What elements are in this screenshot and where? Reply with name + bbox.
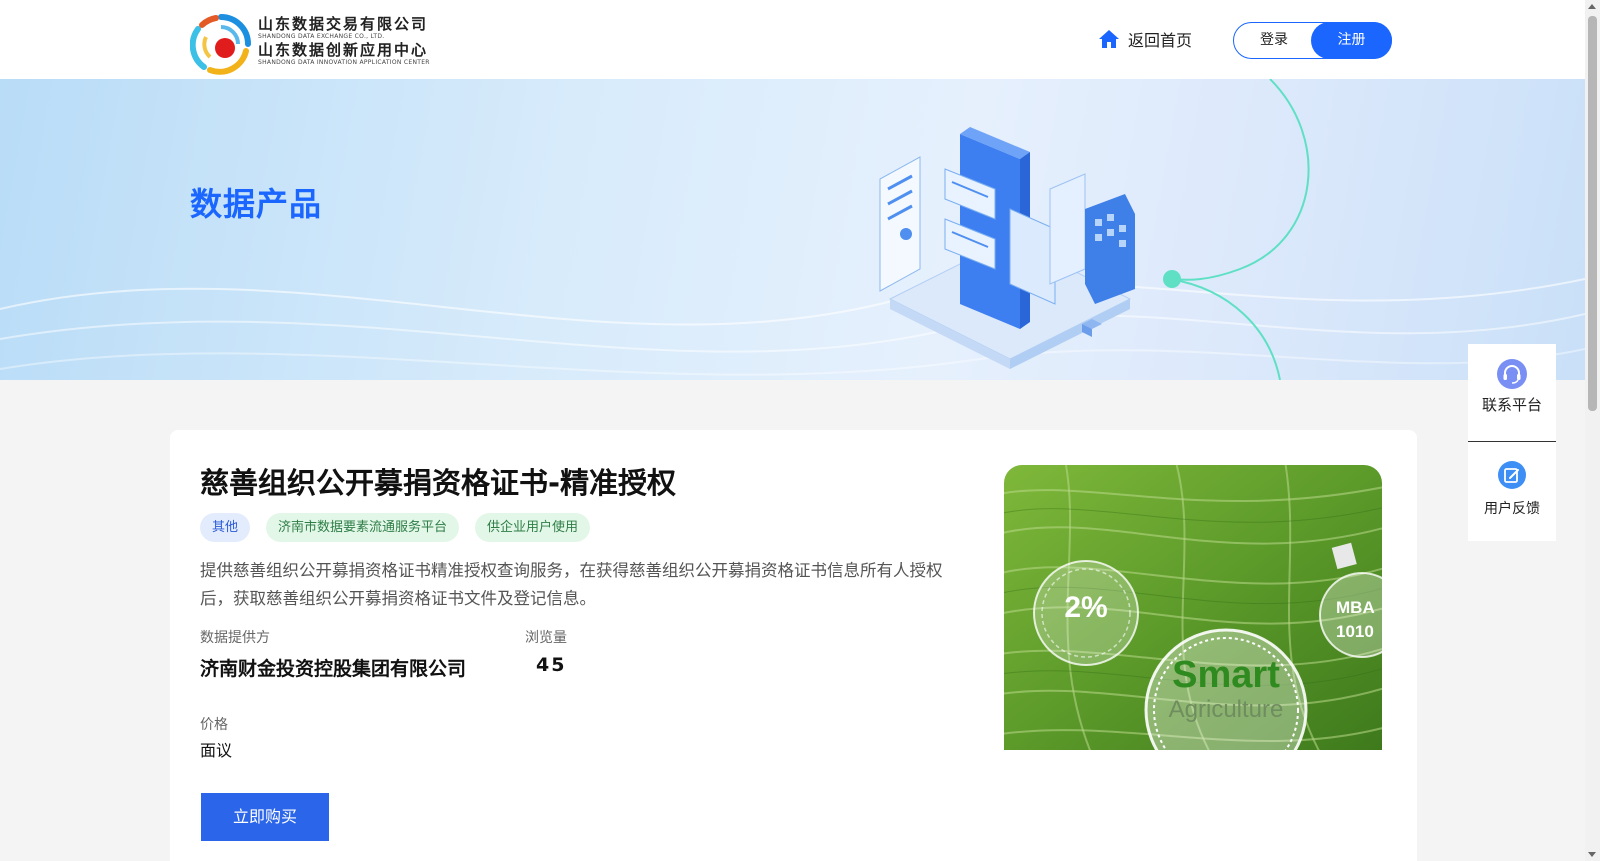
image-smart-text: Smart [1172,654,1280,696]
home-link-label: 返回首页 [1128,31,1193,50]
data-illustration-icon [879,127,1135,369]
contact-platform-label: 联系平台 [1481,396,1542,414]
home-icon [1099,30,1119,48]
register-button[interactable]: 注册 [1311,22,1392,59]
product-card: 慈善组织公开募捐资格证书-精准授权 其他 济南市数据要素流通服务平台 供企业用户… [170,430,1417,861]
product-description: 提供慈善组织公开募捐资格证书精准授权查询服务，在获得慈善组织公开募捐资格证书信息… [200,561,943,608]
page-scrollbar[interactable] [1585,0,1600,861]
image-side-text-2: 1010 [1336,622,1374,641]
provider-value: 济南财金投资控股集团有限公司 [200,658,467,680]
logo-mark-icon [190,14,251,75]
page-banner: 数据产品 [0,79,1585,380]
contact-platform-button[interactable]: 联系平台 [1468,358,1556,415]
tag-audience: 供企业用户使用 [475,513,591,542]
logo-company-name: 山东数据交易有限公司 [258,15,429,33]
logo-center-name-en: SHANDONG DATA INNOVATION APPLICATION CEN… [258,59,430,66]
headset-icon [1497,359,1527,389]
product-image: 2% Smart Agriculture MBA 1010 [1004,465,1382,750]
user-feedback-button[interactable]: 用户反馈 [1468,460,1556,518]
login-button[interactable]: 登录 [1234,23,1314,58]
auth-buttons: 登录 注册 [1233,22,1392,59]
buy-now-button[interactable]: 立即购买 [201,793,329,841]
page-title: 数据产品 [190,185,323,223]
tag-category: 其他 [200,513,251,542]
scroll-up-arrow-icon[interactable] [1588,4,1596,9]
site-logo[interactable]: 山东数据交易有限公司 SHANDONG DATA EXCHANGE CO., L… [190,13,450,75]
price-value: 面议 [200,741,233,760]
floating-side-panel: 联系平台 用户反馈 [1468,344,1556,541]
edit-icon [1498,461,1526,489]
banner-wave-decoration [0,79,1585,380]
user-feedback-label: 用户反馈 [1484,501,1540,517]
top-header: 山东数据交易有限公司 SHANDONG DATA EXCHANGE CO., L… [0,0,1585,79]
smart-agriculture-image: 2% Smart Agriculture MBA 1010 [1004,465,1382,750]
product-title: 慈善组织公开募捐资格证书-精准授权 [200,466,677,500]
provider-label: 数据提供方 [200,630,270,646]
scroll-thumb[interactable] [1588,16,1597,411]
views-label: 浏览量 [525,630,567,646]
scroll-down-arrow-icon[interactable] [1588,852,1596,857]
price-label: 价格 [200,717,228,733]
product-tags: 其他 济南市数据要素流通服务平台 供企业用户使用 [200,513,591,542]
image-agriculture-text: Agriculture [1169,696,1284,723]
logo-center-name: 山东数据创新应用中心 [258,41,429,59]
home-link[interactable]: 返回首页 [1098,26,1192,52]
views-value: 45 [536,654,567,676]
image-side-text-1: MBA [1336,598,1375,617]
side-divider [1468,441,1556,442]
logo-company-name-en: SHANDONG DATA EXCHANGE CO., LTD. [258,33,385,40]
tag-platform: 济南市数据要素流通服务平台 [266,513,460,542]
logo-text: 山东数据交易有限公司 SHANDONG DATA EXCHANGE CO., L… [258,15,458,67]
image-percent-text: 2% [1064,591,1107,624]
